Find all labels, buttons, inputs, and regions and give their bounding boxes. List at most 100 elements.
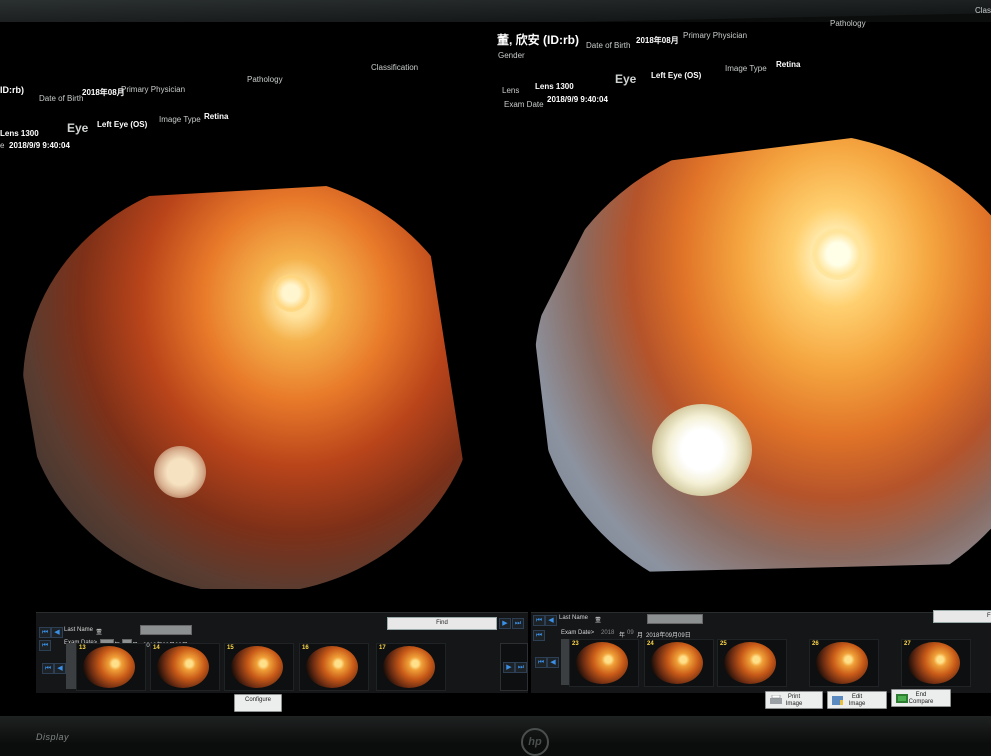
- thumb-prev-button-right[interactable]: ◀: [547, 657, 559, 668]
- lesion-right: [652, 404, 752, 496]
- next-page-button[interactable]: ▶: [499, 618, 511, 629]
- prev-page-button[interactable]: ◀: [51, 627, 63, 638]
- thumbnail-image: [908, 642, 960, 684]
- retina-left: [23, 184, 478, 589]
- thumbnail-number: 25: [720, 641, 727, 647]
- month-suffix-right: 月: [637, 633, 644, 639]
- image-type-value-right: Retina: [776, 60, 801, 69]
- thumbnail[interactable]: 13: [76, 643, 146, 691]
- lens-value-right: Lens 1300: [535, 82, 574, 91]
- printer-icon: [770, 695, 782, 704]
- month-field-right[interactable]: 09: [627, 630, 634, 636]
- fundus-image-right[interactable]: [534, 132, 991, 572]
- right-thumbnail-strip: ⏮ ◀ Last Name 董 Fi ⏮ Exam Date> 2018 年 0…: [531, 610, 991, 709]
- physician-label: Primary Physician: [121, 85, 186, 94]
- thumbnail-number: 14: [153, 645, 160, 651]
- thumbnail[interactable]: 14: [150, 643, 220, 691]
- eye-label-right: Eye: [615, 72, 637, 86]
- thumbnail-image: [383, 646, 435, 688]
- year-suffix-right: 年: [619, 633, 626, 639]
- optic-disc-left: [272, 274, 310, 312]
- thumbnail-number: 13: [79, 645, 86, 651]
- eye-value-right: Left Eye (OS): [651, 71, 702, 80]
- thumbnail-image: [724, 642, 776, 684]
- thumbnail-number: 16: [302, 645, 309, 651]
- thumb-prev-button[interactable]: ◀: [54, 663, 66, 674]
- first-page-button-right[interactable]: ⏮: [533, 615, 545, 626]
- edit-image-button[interactable]: Edit Image: [827, 691, 887, 709]
- thumbnail[interactable]: 23: [569, 639, 639, 687]
- year-field-right[interactable]: 2018: [601, 630, 614, 636]
- thumbnail-number: 23: [572, 641, 579, 647]
- thumbnail[interactable]: 25: [717, 639, 787, 687]
- thumbnail-image: [157, 646, 209, 688]
- thumbnail-image: [83, 646, 135, 688]
- classification-label-right: Classi: [975, 6, 991, 15]
- image-type-label-right: Image Type: [725, 64, 767, 73]
- strip-nav-box: ▶ ⏭: [500, 643, 528, 691]
- right-image-panel: 董, 欣安 (ID:rb) Gender Date of Birth 2018年…: [494, 6, 991, 612]
- dob-value: 2018年08月: [82, 88, 125, 97]
- thumbnail-image: [651, 642, 703, 684]
- thumb-first-button-right[interactable]: ⏮: [535, 657, 547, 668]
- last-name-label-right: Last Name: [559, 615, 589, 621]
- last-name-label: Last Name: [64, 627, 94, 633]
- end-compare-icon: [896, 694, 908, 703]
- optic-disc-right: [812, 228, 864, 280]
- pathology-label: Pathology: [247, 75, 283, 84]
- pathology-label-right: Pathology: [830, 19, 866, 28]
- first-page-button[interactable]: ⏮: [39, 627, 51, 638]
- thumbnail[interactable]: 26: [809, 639, 879, 687]
- edit-image-icon: [832, 696, 843, 705]
- thumbnail-number: 24: [647, 641, 654, 647]
- physician-label-right: Primary Physician: [683, 31, 748, 40]
- prev-page-button-right[interactable]: ◀: [545, 615, 557, 626]
- last-page-button[interactable]: ⏭: [512, 618, 524, 629]
- fundus-image-left[interactable]: [18, 184, 483, 589]
- monitor-bezel-bottom: [0, 716, 991, 743]
- patient-id-fragment: ID:rb): [0, 85, 24, 95]
- last-name-input-right[interactable]: [647, 614, 703, 624]
- exam-date-value-right: 2018/9/9 9:40:04: [547, 95, 608, 104]
- last-name-value-right: 董: [595, 618, 602, 624]
- date-first-button[interactable]: ⏮: [39, 640, 51, 651]
- left-thumbnail-strip: ⏮ ◀ Last Name 董 Find ▶ ⏭ ⏮ Exam Date> 年 …: [36, 612, 528, 712]
- left-image-panel: ID:rb) Date of Birth 2018年08月 Primary Ph…: [0, 22, 490, 612]
- last-name-input[interactable]: [140, 625, 192, 635]
- date-first-button-right[interactable]: ⏮: [533, 630, 545, 641]
- dob-label-right: Date of Birth: [586, 41, 631, 50]
- hp-logo: hp: [521, 728, 549, 756]
- lens-label-right: Lens: [502, 86, 520, 95]
- print-image-button[interactable]: Print Image: [765, 691, 823, 709]
- end-compare-button[interactable]: End Compare: [891, 689, 951, 707]
- configure-label: Configure: [244, 697, 271, 703]
- thumbnail-number: 26: [812, 641, 819, 647]
- thumbnail[interactable]: 16: [299, 643, 369, 691]
- thumbnail[interactable]: 24: [644, 639, 714, 687]
- eye-label: Eye: [67, 121, 89, 135]
- thumb-next-button[interactable]: ▶: [503, 662, 515, 673]
- image-type-value: Retina: [204, 112, 229, 121]
- lesion-left: [154, 446, 206, 498]
- find-button-right[interactable]: Fi: [933, 610, 991, 623]
- thumbnail-number: 27: [904, 641, 911, 647]
- eye-value: Left Eye (OS): [97, 120, 148, 129]
- exam-date-label-right: Exam Date: [504, 100, 544, 109]
- exam-date-label: e: [0, 141, 5, 150]
- date-value-right: 2018年09月09日: [646, 633, 691, 639]
- thumbnail[interactable]: 17: [376, 643, 446, 691]
- thumbnail[interactable]: 27: [901, 639, 971, 687]
- thumb-first-button[interactable]: ⏮: [42, 663, 54, 674]
- image-type-label: Image Type: [159, 115, 201, 124]
- thumb-last-button[interactable]: ⏭: [515, 662, 527, 673]
- exam-date-filter-label-right: Exam Date>: [561, 630, 595, 636]
- find-button[interactable]: Find: [387, 617, 497, 630]
- configure-button[interactable]: Configure: [234, 694, 282, 712]
- thumbnail-image: [576, 642, 628, 684]
- dob-label: Date of Birth: [39, 94, 84, 103]
- thumbnail-image: [816, 642, 868, 684]
- last-name-value: 董: [96, 630, 103, 636]
- exam-date-value: 2018/9/9 9:40:04: [9, 141, 70, 150]
- thumbnail[interactable]: 15: [224, 643, 294, 691]
- lens-value: Lens 1300: [0, 129, 39, 138]
